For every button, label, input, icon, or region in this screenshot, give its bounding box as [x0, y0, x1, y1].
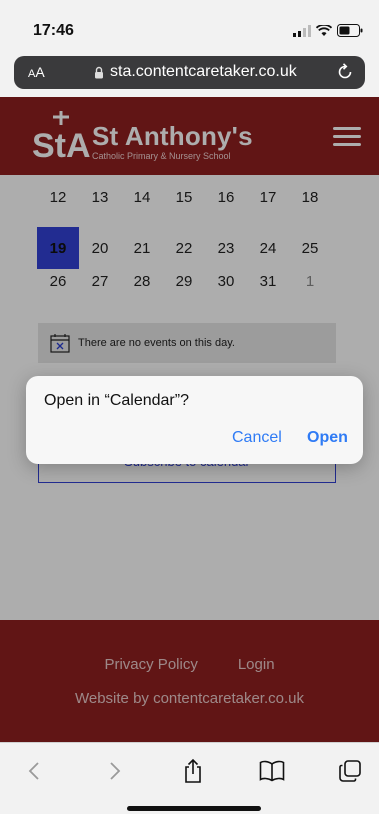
- tabs-button[interactable]: [336, 757, 364, 785]
- status-time: 17:46: [33, 22, 74, 39]
- open-in-calendar-dialog: Open in “Calendar”? Cancel Open: [26, 376, 363, 464]
- back-button[interactable]: [20, 757, 48, 785]
- home-indicator[interactable]: [127, 806, 261, 811]
- reader-aa-button[interactable]: AA: [28, 64, 45, 80]
- status-icons: [293, 24, 363, 37]
- battery-icon: [337, 24, 363, 37]
- forward-icon: [110, 762, 121, 780]
- signal-icon: [293, 24, 311, 37]
- status-bar: 17:46: [0, 0, 379, 52]
- url-field[interactable]: sta.contentcaretaker.co.uk: [94, 63, 297, 81]
- open-button[interactable]: Open: [307, 429, 348, 447]
- tabs-icon: [339, 760, 361, 782]
- lock-icon: [95, 66, 103, 78]
- reload-icon: [338, 63, 352, 79]
- back-icon: [28, 762, 39, 780]
- bookmarks-button[interactable]: [258, 757, 286, 785]
- cancel-button[interactable]: Cancel: [232, 429, 282, 447]
- address-bar[interactable]: AA sta.contentcaretaker.co.uk: [14, 56, 365, 89]
- wifi-icon: [316, 24, 332, 36]
- aa-large-label: A: [35, 64, 45, 80]
- dialog-title: Open in “Calendar”?: [44, 392, 189, 409]
- reload-button[interactable]: [335, 62, 355, 87]
- share-button[interactable]: [179, 757, 207, 785]
- bookmarks-icon: [259, 760, 285, 782]
- safari-toolbar: [0, 742, 379, 814]
- share-icon: [185, 758, 201, 783]
- forward-button[interactable]: [101, 757, 129, 785]
- url-text: sta.contentcaretaker.co.uk: [110, 63, 297, 80]
